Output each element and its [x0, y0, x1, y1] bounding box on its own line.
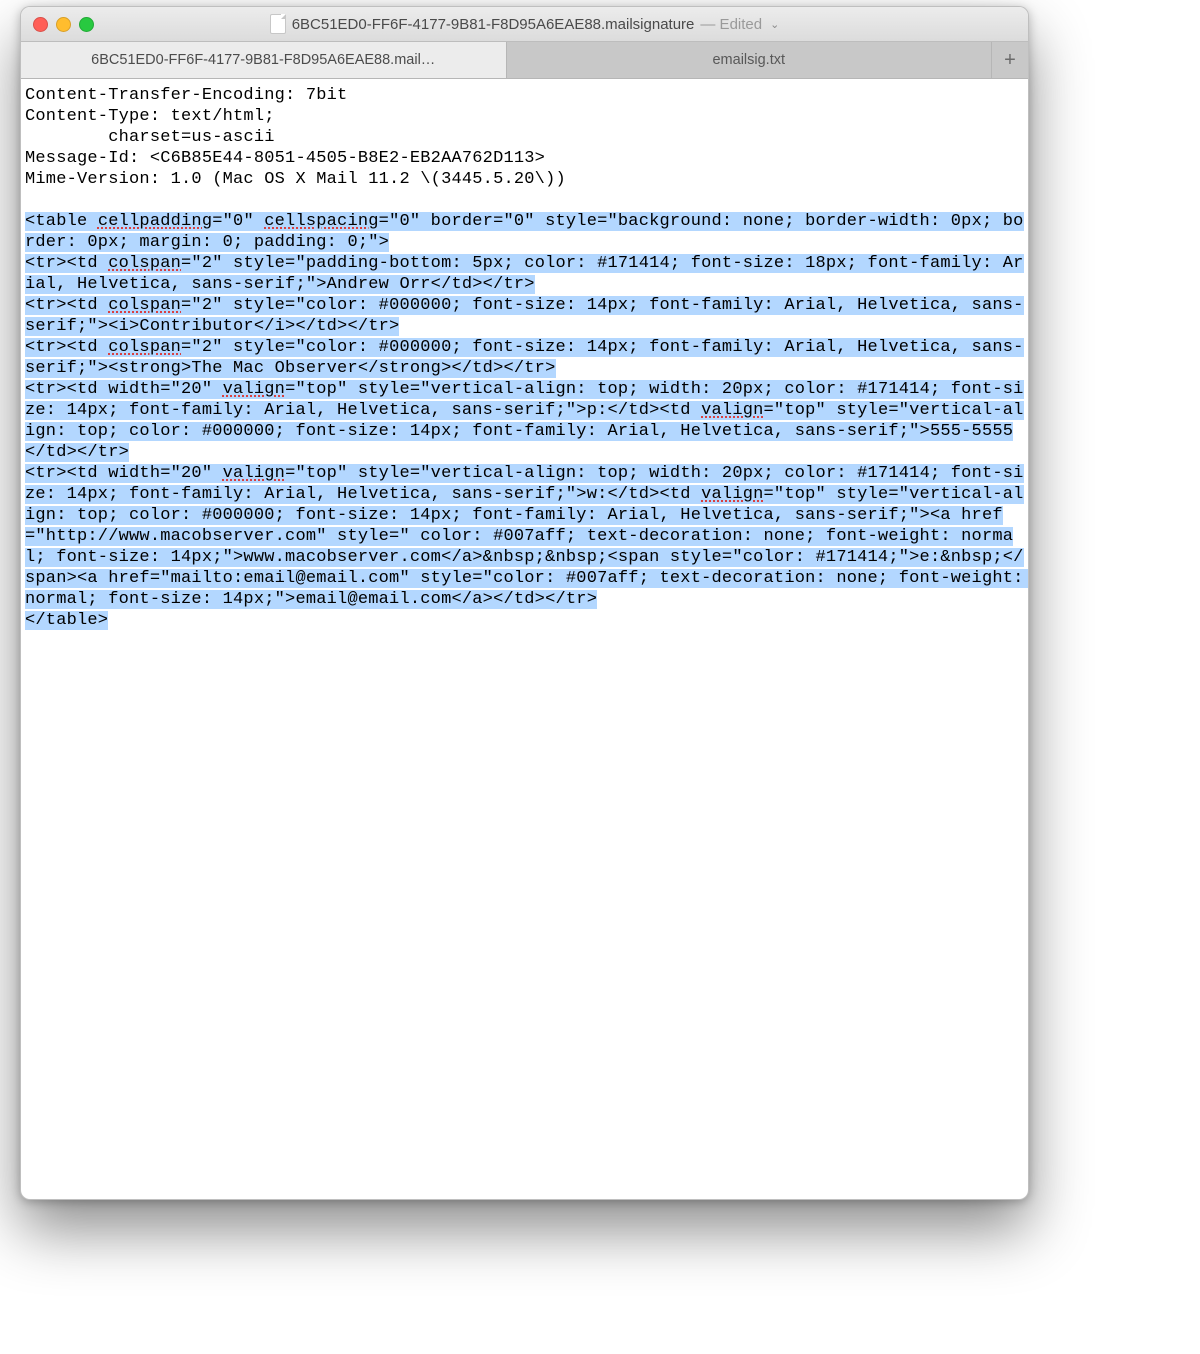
minimize-button[interactable] [56, 17, 71, 32]
chevron-down-icon: ⌄ [770, 18, 779, 31]
window-title-status: — Edited [700, 16, 762, 33]
plus-icon: + [1004, 49, 1016, 72]
header-line: Content-Type: text/html; [25, 106, 1024, 127]
document-icon [270, 14, 286, 34]
new-tab-button[interactable]: + [992, 42, 1028, 78]
header-line: charset=us-ascii [25, 127, 1024, 148]
tab-inactive[interactable]: emailsig.txt [507, 42, 993, 78]
editor-window: 6BC51ED0-FF6F-4177-9B81-F8D95A6EAE88.mai… [20, 6, 1029, 1200]
zoom-button[interactable] [79, 17, 94, 32]
selected-text: <table cellpadding="0" cellspacing="0" b… [25, 212, 1029, 630]
titlebar: 6BC51ED0-FF6F-4177-9B81-F8D95A6EAE88.mai… [21, 7, 1028, 42]
close-button[interactable] [33, 17, 48, 32]
tab-active[interactable]: 6BC51ED0-FF6F-4177-9B81-F8D95A6EAE88.mai… [21, 42, 507, 78]
selected-text-block: <table cellpadding="0" cellspacing="0" b… [25, 211, 1024, 631]
tab-bar: 6BC51ED0-FF6F-4177-9B81-F8D95A6EAE88.mai… [21, 42, 1028, 79]
header-line: Message-Id: <C6B85E44-8051-4505-B8E2-EB2… [25, 148, 1024, 169]
header-line: Content-Transfer-Encoding: 7bit [25, 85, 1024, 106]
text-editor[interactable]: Content-Transfer-Encoding: 7bitContent-T… [21, 79, 1028, 635]
tab-inactive-label: emailsig.txt [712, 52, 785, 68]
tab-active-label: 6BC51ED0-FF6F-4177-9B81-F8D95A6EAE88.mai… [91, 52, 435, 68]
window-title-filename: 6BC51ED0-FF6F-4177-9B81-F8D95A6EAE88.mai… [292, 16, 695, 33]
header-line: Mime-Version: 1.0 (Mac OS X Mail 11.2 \(… [25, 169, 1024, 190]
window-title: 6BC51ED0-FF6F-4177-9B81-F8D95A6EAE88.mai… [21, 14, 1028, 34]
traffic-lights [33, 17, 94, 32]
